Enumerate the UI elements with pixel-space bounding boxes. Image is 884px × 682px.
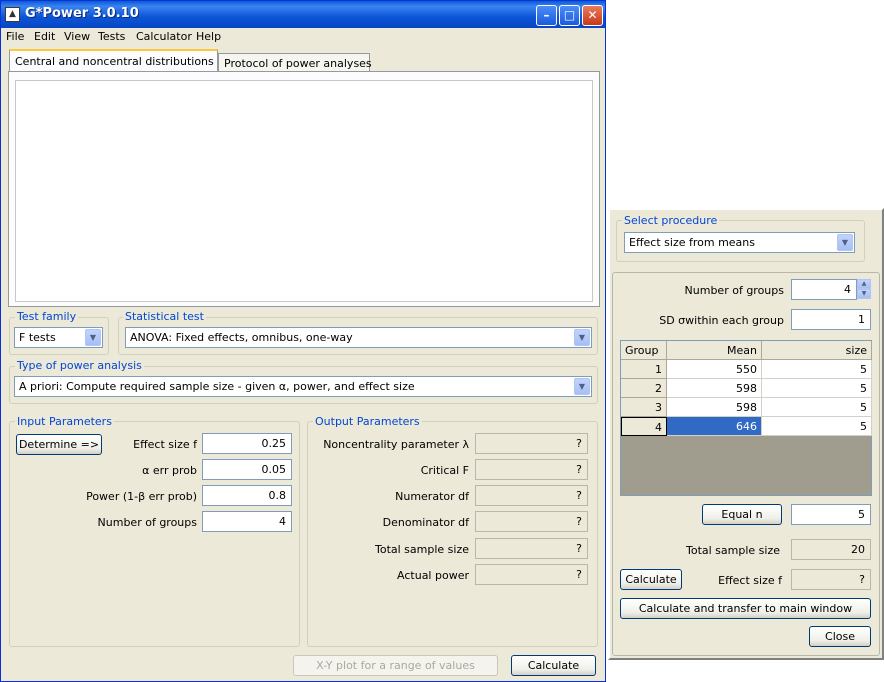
statistical-test-value: ANOVA: Fixed effects, omnibus, one-way [130,331,353,344]
close-window-button[interactable]: ✕ [582,5,603,26]
select-procedure-label: Select procedure [622,214,720,227]
calculate-transfer-button[interactable]: Calculate and transfer to main window [620,598,871,619]
row-header: 2 [621,379,667,398]
statistical-test-select[interactable]: ANOVA: Fixed effects, omnibus, one-way ▼ [125,327,592,348]
dlg-total-sample-label: Total sample size [685,544,780,557]
effect-size-input[interactable]: 0.25 [202,433,292,454]
dlg-num-groups-label: Number of groups [684,284,784,297]
calculate-button[interactable]: Calculate [511,655,596,676]
test-family-select[interactable]: F tests ▼ [14,327,103,348]
dlg-effect-size-output: ? [791,569,871,590]
output-parameters-label: Output Parameters [313,415,422,428]
title-bar: ▲ G*Power 3.0.10 – □ ✕ [1,1,605,28]
chevron-down-icon: ▼ [574,378,590,395]
row-header: 3 [621,398,667,417]
dlg-calculate-button[interactable]: Calculate [620,569,682,590]
tab-panel [8,71,600,307]
menu-edit[interactable]: Edit [34,30,55,43]
denominator-df-output: ? [475,511,588,532]
menu-view[interactable]: View [64,30,90,43]
app-icon: ▲ [5,7,20,22]
size-cell[interactable]: 5 [762,360,872,379]
menu-tests[interactable]: Tests [98,30,125,43]
minimize-button[interactable]: – [536,5,557,26]
numerator-df-output: ? [475,485,588,506]
chevron-down-icon: ▼ [574,329,590,346]
test-family-value: F tests [19,331,56,344]
window-title: G*Power 3.0.10 [25,6,139,21]
sd-input[interactable]: 1 [791,309,871,330]
size-cell[interactable]: 5 [762,417,872,436]
noncentrality-output: ? [475,433,588,454]
power-label: Power (1-β err prob) [86,490,197,503]
dlg-num-groups-input[interactable]: 4 [791,279,857,300]
maximize-button[interactable]: □ [559,5,580,26]
determine-button[interactable]: Determine => [16,434,102,455]
effect-size-label: Effect size f [133,438,197,451]
col-header-group[interactable]: Group [621,341,667,360]
procedure-select[interactable]: Effect size from means ▼ [624,232,855,253]
number-of-groups-input[interactable]: 4 [202,511,292,532]
number-of-groups-label: Number of groups [97,516,197,529]
denominator-df-label: Denominator df [382,516,469,529]
spin-up-icon[interactable]: ▲ [857,279,871,289]
means-table: Group Mean size 1 550 5 2 598 5 3 598 5 … [620,340,872,496]
num-groups-spinner[interactable]: ▲ ▼ [857,279,871,300]
chevron-down-icon: ▼ [837,234,853,251]
xy-plot-button[interactable]: X-Y plot for a range of values [293,655,498,676]
power-analysis-label: Type of power analysis [15,359,144,372]
equal-n-input[interactable]: 5 [791,504,871,525]
mean-cell-selected[interactable]: 646 [667,417,762,436]
mean-cell[interactable]: 550 [667,360,762,379]
row-header: 1 [621,360,667,379]
size-cell[interactable]: 5 [762,398,872,417]
total-sample-size-label: Total sample size [374,543,469,556]
distribution-plot-area [15,80,593,302]
alpha-label: α err prob [142,464,197,477]
menu-help[interactable]: Help [196,30,221,43]
menu-file[interactable]: File [6,30,24,43]
size-cell[interactable]: 5 [762,379,872,398]
numerator-df-label: Numerator df [395,490,469,503]
tab-protocol[interactable]: Protocol of power analyses [218,53,372,72]
spin-down-icon[interactable]: ▼ [857,289,871,299]
col-header-size[interactable]: size [762,341,872,360]
procedure-value: Effect size from means [629,236,756,249]
actual-power-output: ? [475,564,588,585]
col-header-mean[interactable]: Mean [667,341,762,360]
power-input[interactable]: 0.8 [202,485,292,506]
equal-n-button[interactable]: Equal n [702,504,782,525]
menu-bar: File Edit View Tests Calculator Help [1,28,605,46]
alpha-input[interactable]: 0.05 [202,459,292,480]
dlg-effect-size-label: Effect size f [718,574,782,587]
main-window: ▲ G*Power 3.0.10 – □ ✕ File Edit View Te… [0,0,606,682]
output-parameters-group [307,421,598,647]
menu-calculator[interactable]: Calculator [136,30,192,43]
statistical-test-label: Statistical test [123,310,206,323]
mean-cell[interactable]: 598 [667,379,762,398]
total-sample-size-output: ? [475,538,588,559]
sd-label: SD σwithin each group [659,314,784,327]
tab-distributions[interactable]: Central and noncentral distributions [9,49,218,73]
chevron-down-icon: ▼ [85,329,101,346]
critical-f-output: ? [475,459,588,480]
power-analysis-value: A priori: Compute required sample size -… [19,380,415,393]
actual-power-label: Actual power [397,569,469,582]
mean-cell[interactable]: 598 [667,398,762,417]
input-parameters-label: Input Parameters [15,415,114,428]
power-analysis-select[interactable]: A priori: Compute required sample size -… [14,376,592,397]
noncentrality-label: Noncentrality parameter λ [323,438,469,451]
row-header: 4 [621,417,667,436]
critical-f-label: Critical F [420,464,469,477]
dlg-close-button[interactable]: Close [809,626,871,647]
test-family-label: Test family [15,310,79,323]
dlg-total-sample-output: 20 [791,539,871,560]
